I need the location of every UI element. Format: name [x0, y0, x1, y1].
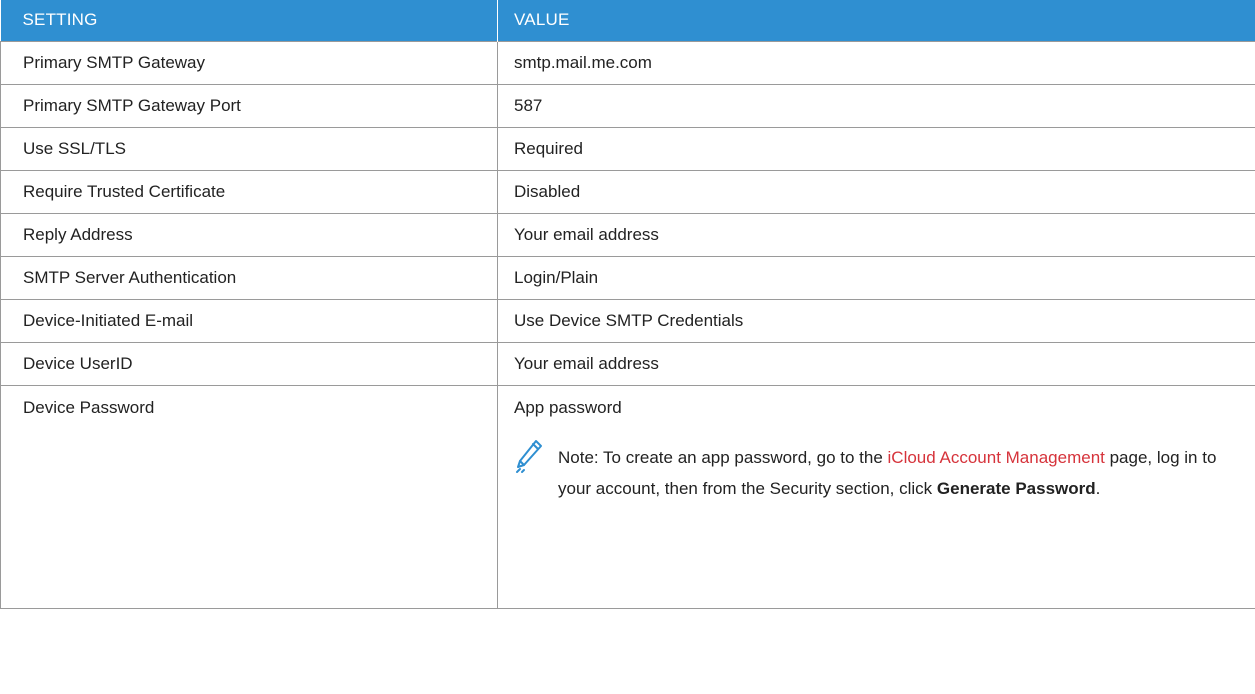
table-row: Device-Initiated E-mail Use Device SMTP …	[0, 298, 1255, 343]
column-header-value: VALUE	[497, 0, 1255, 41]
pencil-note-icon	[516, 439, 542, 473]
setting-name: Use SSL/TLS	[0, 126, 498, 171]
table-row: Device Password App password Note: To cr…	[0, 384, 1255, 609]
generate-password-label: Generate Password	[936, 478, 1096, 498]
setting-value: Login/Plain	[497, 255, 1255, 300]
column-header-setting: SETTING	[0, 0, 498, 41]
setting-value: Use Device SMTP Credentials	[497, 298, 1255, 343]
settings-table: SETTING VALUE Primary SMTP Gateway smtp.…	[0, 0, 1255, 609]
setting-value: App password	[514, 397, 622, 417]
setting-name: SMTP Server Authentication	[0, 255, 498, 300]
setting-value: Required	[497, 126, 1255, 171]
table-row: Primary SMTP Gateway smtp.mail.me.com	[0, 40, 1255, 85]
table-row: Reply Address Your email address	[0, 212, 1255, 257]
table-row: Primary SMTP Gateway Port 587	[0, 83, 1255, 128]
table-row: Device UserID Your email address	[0, 341, 1255, 386]
setting-value: Disabled	[497, 169, 1255, 214]
icloud-account-management-link[interactable]: iCloud Account Management	[888, 448, 1105, 467]
setting-name: Device UserID	[0, 341, 498, 386]
table-row: SMTP Server Authentication Login/Plain	[0, 255, 1255, 300]
note-prefix: Note: To create an app password, go to t…	[558, 447, 888, 467]
setting-value: Your email address	[497, 341, 1255, 386]
setting-name: Require Trusted Certificate	[0, 169, 498, 214]
table-row: Require Trusted Certificate Disabled	[0, 169, 1255, 214]
table-row: Use SSL/TLS Required	[0, 126, 1255, 171]
table-header-row: SETTING VALUE	[0, 0, 1255, 41]
note-text: Note: To create an app password, go to t…	[558, 442, 1233, 504]
setting-value: smtp.mail.me.com	[497, 40, 1255, 85]
note: Note: To create an app password, go to t…	[514, 439, 1233, 504]
setting-value-cell: App password Note: To create an app pass…	[497, 384, 1255, 609]
setting-name: Reply Address	[0, 212, 498, 257]
setting-name: Primary SMTP Gateway	[0, 40, 498, 85]
setting-value: Your email address	[497, 212, 1255, 257]
setting-name: Primary SMTP Gateway Port	[0, 83, 498, 128]
setting-name: Device-Initiated E-mail	[0, 298, 498, 343]
setting-name: Device Password	[0, 384, 498, 609]
note-suffix: .	[1095, 478, 1101, 498]
setting-value: 587	[497, 83, 1255, 128]
